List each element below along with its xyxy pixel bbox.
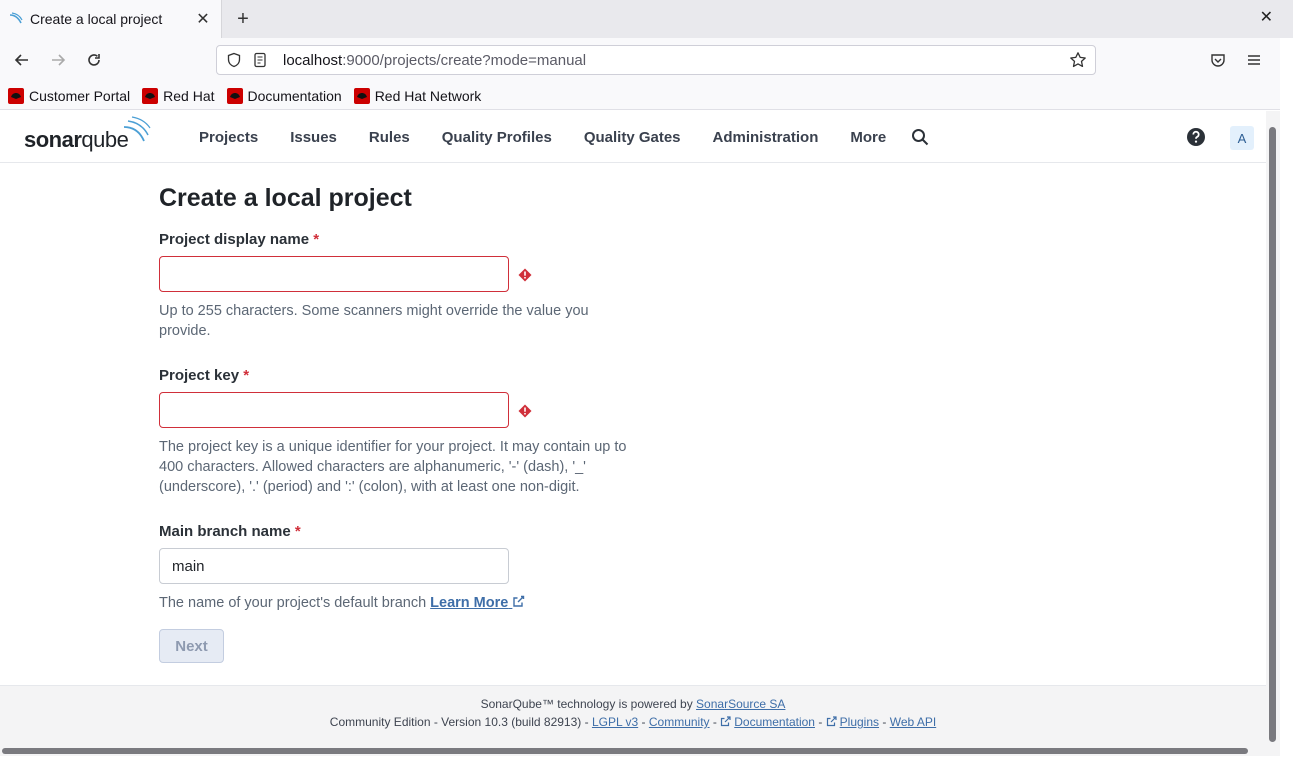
bookmark-red-hat-network[interactable]: Red Hat Network: [353, 87, 481, 104]
nav-issues[interactable]: Issues: [274, 111, 353, 163]
nav-quality-profiles[interactable]: Quality Profiles: [426, 111, 568, 163]
horizontal-scroll-thumb[interactable]: [2, 748, 1248, 754]
avatar[interactable]: A: [1230, 126, 1254, 150]
bookmark-documentation[interactable]: Documentation: [226, 87, 342, 104]
url-bar[interactable]: localhost:9000/projects/create?mode=manu…: [216, 45, 1096, 75]
sonar-waves-icon: [124, 116, 151, 142]
tab-title: Create a local project: [30, 11, 163, 27]
display-name-help: Up to 255 characters. Some scanners migh…: [159, 303, 589, 339]
window-close-icon[interactable]: ✕: [1260, 7, 1273, 27]
redhat-icon: [142, 87, 159, 104]
bookmark-customer-portal[interactable]: Customer Portal: [8, 87, 130, 104]
plugins-link[interactable]: Plugins: [826, 715, 879, 729]
community-link[interactable]: Community: [649, 715, 710, 729]
reload-icon[interactable]: [82, 48, 106, 72]
redhat-icon: [8, 87, 24, 104]
url-text[interactable]: localhost:9000/projects/create?mode=manu…: [283, 52, 1067, 69]
main-branch-help: The name of your project's default branc…: [159, 593, 634, 613]
bookmark-star-icon[interactable]: [1067, 49, 1089, 71]
sonarqube-header: sonarqube Projects Issues Rules Quality …: [0, 111, 1266, 163]
window-edge: [1280, 38, 1293, 770]
nav-rules[interactable]: Rules: [353, 111, 426, 163]
help-icon[interactable]: [1185, 126, 1207, 148]
lgpl-link[interactable]: LGPL v3: [592, 715, 638, 729]
sonarqube-favicon-icon: [9, 12, 23, 24]
project-key-input[interactable]: [159, 392, 509, 428]
display-name-label: Project display name *: [159, 231, 320, 248]
sonarsource-link[interactable]: SonarSource SA: [696, 697, 785, 711]
main-nav: Projects Issues Rules Quality Profiles Q…: [183, 111, 932, 163]
forward-arrow-icon[interactable]: [46, 48, 70, 72]
next-button[interactable]: Next: [159, 629, 224, 663]
search-icon[interactable]: [908, 125, 932, 149]
menu-hamburger-icon[interactable]: [1242, 48, 1266, 72]
documentation-link[interactable]: Documentation: [720, 715, 815, 729]
sonarqube-logo[interactable]: sonarqube: [24, 116, 152, 153]
error-icon: [518, 404, 532, 418]
nav-quality-gates[interactable]: Quality Gates: [568, 111, 697, 163]
nav-projects[interactable]: Projects: [183, 111, 274, 163]
nav-administration[interactable]: Administration: [697, 111, 835, 163]
vertical-scrollbar[interactable]: [1266, 111, 1280, 756]
page-info-icon[interactable]: [249, 49, 271, 71]
bookmarks-bar: Customer Portal Red Hat Documentation Re…: [0, 82, 1280, 110]
page-title: Create a local project: [159, 184, 412, 212]
project-key-help: The project key is a unique identifier f…: [159, 439, 627, 495]
browser-nav-bar: localhost:9000/projects/create?mode=manu…: [0, 38, 1293, 82]
display-name-input[interactable]: [159, 256, 509, 292]
tab-close-icon[interactable]: ✕: [191, 7, 215, 31]
pocket-icon[interactable]: [1206, 48, 1230, 72]
redhat-icon: [353, 87, 370, 104]
bookmark-red-hat[interactable]: Red Hat: [142, 87, 215, 104]
web-api-link[interactable]: Web API: [890, 715, 936, 729]
vertical-scroll-thumb[interactable]: [1269, 127, 1276, 742]
redhat-icon: [226, 87, 243, 104]
horizontal-scrollbar[interactable]: [0, 744, 1266, 756]
project-key-label: Project key *: [159, 367, 250, 384]
main-branch-input[interactable]: [159, 548, 509, 584]
shield-icon[interactable]: [223, 49, 245, 71]
nav-more[interactable]: More: [834, 111, 902, 163]
external-link-icon: [826, 716, 837, 727]
new-tab-icon[interactable]: +: [230, 6, 256, 32]
back-arrow-icon[interactable]: [10, 48, 34, 72]
error-icon: [518, 268, 532, 282]
page-footer: SonarQube™ technology is powered by Sona…: [0, 685, 1266, 745]
browser-tab-bar: Create a local project ✕ + ✕: [0, 0, 1293, 38]
main-branch-label: Main branch name *: [159, 523, 301, 540]
browser-tab[interactable]: Create a local project ✕: [0, 0, 222, 38]
external-link-icon: [721, 716, 731, 727]
external-link-icon: [513, 595, 525, 607]
learn-more-link[interactable]: Learn More: [430, 595, 525, 611]
